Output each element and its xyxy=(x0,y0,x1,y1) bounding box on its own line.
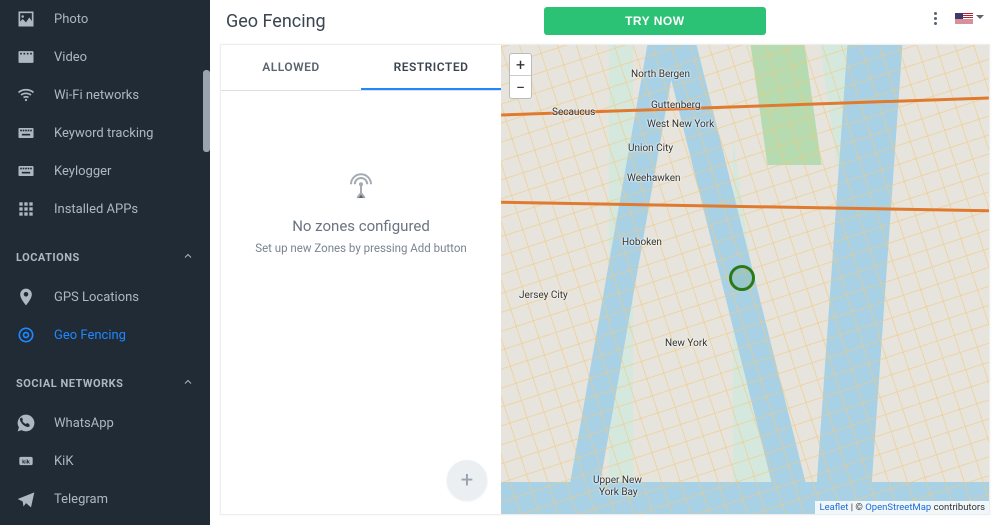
sidebar-item-gps-locations[interactable]: GPS Locations xyxy=(0,278,210,316)
sidebar-item-label: GPS Locations xyxy=(54,290,194,305)
sidebar-item-label: Geo Fencing xyxy=(54,328,194,343)
map-label: Weehawken xyxy=(627,173,681,184)
pin-icon xyxy=(16,287,36,307)
target-icon xyxy=(16,325,36,345)
map-label: West New York xyxy=(647,119,714,130)
sidebar-item-label: Telegram xyxy=(54,492,194,507)
svg-text:kik: kik xyxy=(22,460,31,466)
sidebar-item-label: WhatsApp xyxy=(54,416,194,431)
sidebar-item-label: Keylogger xyxy=(54,164,194,179)
chevron-up-icon xyxy=(182,250,194,265)
empty-state: No zones configured Set up new Zones by … xyxy=(221,91,501,514)
main-area: Geo Fencing TRY NOW ALLOWED RESTRICTED xyxy=(210,0,1000,525)
map-label: New York xyxy=(665,338,707,349)
sidebar-item-whatsapp[interactable]: WhatsApp xyxy=(0,404,210,442)
map-label: Upper New xyxy=(593,475,642,486)
map-label: North Bergen xyxy=(631,69,690,80)
whatsapp-icon xyxy=(16,413,36,433)
sidebar-item-label: Video xyxy=(54,50,194,65)
sidebar-item-label: Wi-Fi networks xyxy=(54,88,194,103)
map-attribution: Leaflet | © OpenStreetMap contributors xyxy=(815,501,989,514)
sidebar-item-keylogger[interactable]: Keylogger xyxy=(0,152,210,190)
map-label: Guttenberg xyxy=(651,100,701,111)
grid-icon xyxy=(16,199,36,219)
map-view[interactable]: + − North Bergen Secaucus Guttenberg West N… xyxy=(501,45,989,514)
empty-subtitle: Set up new Zones by pressing Add button xyxy=(255,241,467,255)
sidebar-item-video[interactable]: Video xyxy=(0,38,210,76)
sidebar-section-locations[interactable]: LOCATIONS xyxy=(0,236,210,278)
content-card: ALLOWED RESTRICTED No zones configured S… xyxy=(220,44,990,515)
wifi-icon xyxy=(16,85,36,105)
sidebar-item-installed-apps[interactable]: Installed APPs xyxy=(0,190,210,228)
language-dropdown-caret[interactable] xyxy=(976,15,984,23)
zoom-control: + − xyxy=(509,53,532,99)
map-label: Secaucus xyxy=(552,107,595,118)
add-zone-button[interactable]: + xyxy=(447,460,487,500)
sidebar-scrollbar[interactable] xyxy=(203,70,210,152)
keyboard-icon xyxy=(16,161,36,181)
leaflet-link[interactable]: Leaflet xyxy=(819,502,848,513)
sidebar-item-telegram[interactable]: Telegram xyxy=(0,480,210,518)
empty-title: No zones configured xyxy=(292,217,430,235)
header-bar: Geo Fencing TRY NOW xyxy=(210,0,1000,42)
tab-restricted[interactable]: RESTRICTED xyxy=(361,45,501,90)
map-label: York Bay xyxy=(599,487,638,498)
film-icon xyxy=(16,47,36,67)
zones-panel: ALLOWED RESTRICTED No zones configured S… xyxy=(221,45,501,514)
sidebar-item-keyword-tracking[interactable]: Keyword tracking xyxy=(0,114,210,152)
image-icon xyxy=(16,9,36,29)
zone-tabs: ALLOWED RESTRICTED xyxy=(221,45,501,91)
map-label: Jersey City xyxy=(519,290,568,301)
try-now-button[interactable]: TRY NOW xyxy=(544,7,766,35)
sidebar-item-wi-fi-networks[interactable]: Wi-Fi networks xyxy=(0,76,210,114)
telegram-icon xyxy=(16,489,36,509)
sidebar-item-label: KiK xyxy=(54,454,194,469)
sidebar-item-label: Photo xyxy=(54,12,194,27)
chevron-up-icon xyxy=(182,376,194,391)
section-title: SOCIAL NETWORKS xyxy=(16,377,123,390)
zoom-out-button[interactable]: − xyxy=(510,76,531,98)
page-title: Geo Fencing xyxy=(226,11,326,32)
sidebar-item-kik[interactable]: kik KiK xyxy=(0,442,210,480)
map-label: Hoboken xyxy=(622,237,662,248)
flag-us-icon[interactable] xyxy=(955,13,973,25)
kik-icon: kik xyxy=(16,451,36,471)
section-title: LOCATIONS xyxy=(16,251,80,264)
more-menu-icon[interactable] xyxy=(930,8,941,29)
sidebar-section-social-networks[interactable]: SOCIAL NETWORKS xyxy=(0,362,210,404)
osm-link[interactable]: OpenStreetMap xyxy=(865,502,931,513)
sidebar-item-label: Installed APPs xyxy=(54,202,194,217)
sidebar: Photo Video Wi-Fi networks Keyword track… xyxy=(0,0,210,525)
sidebar-item-geo-fencing[interactable]: Geo Fencing xyxy=(0,316,210,354)
geofence-circle-marker[interactable] xyxy=(729,265,755,291)
keyboard-icon xyxy=(16,123,36,143)
zoom-in-button[interactable]: + xyxy=(510,54,531,76)
sidebar-item-photo[interactable]: Photo xyxy=(0,0,210,38)
tab-allowed[interactable]: ALLOWED xyxy=(221,45,361,90)
sidebar-item-label: Keyword tracking xyxy=(54,126,194,141)
map-label: Union City xyxy=(628,143,673,154)
antenna-icon xyxy=(344,173,378,203)
